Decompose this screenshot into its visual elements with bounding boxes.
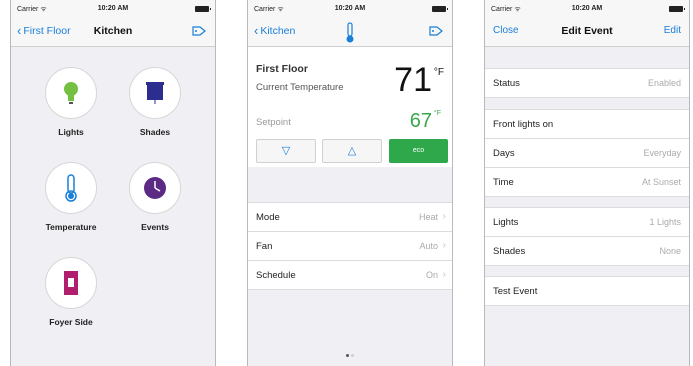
clock-icon — [144, 177, 166, 199]
row-value: None — [659, 246, 681, 256]
tag-icon[interactable] — [428, 24, 444, 38]
tile-circle — [129, 162, 181, 214]
setpoint-up-button[interactable]: △ — [322, 139, 382, 163]
status-bar: Carrier ᯤ 10:20 AM — [485, 0, 689, 18]
tile-foyer-side[interactable]: Foyer Side — [31, 257, 111, 327]
battery-icon — [195, 6, 211, 12]
tile-circle — [45, 257, 97, 309]
row-label: Time — [493, 177, 514, 188]
row-label: Fan — [256, 241, 273, 252]
clock-label: 10:20 AM — [571, 5, 603, 12]
row-label: Schedule — [256, 270, 296, 281]
thermostat-screen: Carrier ᯤ 10:20 AM ‹ Kitchen First Floor … — [247, 0, 453, 366]
row-value: At Sunset — [641, 177, 681, 187]
event-name: Front lights on — [493, 119, 554, 130]
shades-icon — [146, 82, 164, 104]
device-grid: Lights Shades Temperature Events Foyer S… — [11, 47, 215, 366]
nav-bar: ‹ Kitchen — [248, 18, 452, 47]
tile-label: Events — [141, 222, 169, 232]
thermometer-icon — [346, 22, 354, 43]
row-value: 1 Lights — [649, 217, 681, 227]
schedule-section: Front lights on Days Everyday Time At Su… — [485, 109, 689, 197]
row-label: Status — [493, 78, 520, 89]
current-temp-value: 71 — [394, 61, 432, 99]
nav-bar: ‹ First Floor Kitchen — [11, 18, 215, 47]
tile-label: Temperature — [45, 222, 97, 232]
list-item-time[interactable]: Time At Sunset — [485, 168, 689, 197]
list-item-schedule[interactable]: Schedule On › — [248, 261, 452, 290]
row-label: Mode — [256, 212, 280, 223]
row-value: Everyday — [643, 148, 681, 158]
tile-circle — [45, 67, 97, 119]
nav-bar: Close Edit Event Edit — [485, 18, 689, 47]
test-section: Test Event — [485, 276, 689, 306]
battery-icon — [669, 6, 685, 12]
tile-label: Lights — [58, 127, 84, 137]
clock-label: 10:20 AM — [97, 5, 129, 12]
chevron-right-icon: › — [442, 240, 446, 251]
list-item-shades[interactable]: Shades None — [485, 237, 689, 266]
tile-temperature[interactable]: Temperature — [31, 162, 111, 232]
row-value: Auto — [419, 241, 438, 251]
page-title: Kitchen — [93, 25, 133, 37]
row-value: Enabled — [647, 78, 681, 88]
list-item-event-name[interactable]: Front lights on — [485, 110, 689, 139]
list-item-days[interactable]: Days Everyday — [485, 139, 689, 168]
setpoint-down-button[interactable]: ▽ — [256, 139, 316, 163]
back-button[interactable]: ‹ Kitchen — [254, 23, 296, 38]
kitchen-screen: Carrier ᯤ 10:20 AM ‹ First Floor Kitchen … — [10, 0, 216, 366]
status-bar: Carrier ᯤ 10:20 AM — [248, 0, 452, 18]
tag-icon[interactable] — [191, 24, 207, 38]
thermometer-icon — [65, 174, 77, 202]
back-label: Kitchen — [260, 25, 296, 37]
status-bar: Carrier ᯤ 10:20 AM — [11, 0, 215, 18]
chevron-right-icon: › — [442, 211, 446, 222]
row-value: On — [425, 270, 438, 280]
row-label: Days — [493, 148, 515, 159]
switch-icon — [64, 271, 78, 295]
setpoint-label: Setpoint — [256, 117, 291, 128]
page-dot-active — [346, 354, 349, 357]
chevron-right-icon: › — [442, 269, 446, 280]
tile-events[interactable]: Events — [115, 162, 195, 232]
row-label: Test Event — [493, 286, 538, 297]
setpoint-controls: ▽ △ eco — [256, 139, 448, 163]
page-indicator[interactable] — [248, 344, 452, 362]
eco-button[interactable]: eco — [389, 139, 448, 163]
actions-section: Lights 1 Lights Shades None — [485, 207, 689, 266]
test-event-button[interactable]: Test Event — [485, 277, 689, 306]
current-temp-unit: °F — [433, 67, 444, 78]
list-item-mode[interactable]: Mode Heat › — [248, 203, 452, 232]
settings-list: Mode Heat › Fan Auto › Schedule On › — [248, 202, 452, 290]
setpoint-value: 67 — [409, 110, 432, 132]
floor-label: First Floor — [256, 63, 308, 75]
row-label: Shades — [493, 246, 526, 257]
page-title: Edit Event — [561, 25, 613, 37]
tile-label: Foyer Side — [49, 317, 93, 327]
tile-circle — [129, 67, 181, 119]
thermostat-panel: First Floor Current Temperature 71 °F Se… — [248, 47, 452, 167]
current-temp-label: Current Temperature — [256, 82, 344, 93]
tile-label: Shades — [139, 127, 171, 137]
setpoint-unit: °F — [433, 110, 441, 117]
list-item-fan[interactable]: Fan Auto › — [248, 232, 452, 261]
list-item-status[interactable]: Status Enabled — [485, 69, 689, 98]
clock-label: 10:20 AM — [334, 5, 366, 12]
list-item-lights[interactable]: Lights 1 Lights — [485, 208, 689, 237]
status-section: Status Enabled — [485, 68, 689, 98]
battery-icon — [432, 6, 448, 12]
lightbulb-icon — [64, 82, 78, 104]
chevron-left-icon: ‹ — [254, 23, 259, 38]
row-label: Lights — [493, 217, 519, 228]
tile-lights[interactable]: Lights — [31, 67, 111, 137]
tile-shades[interactable]: Shades — [115, 67, 195, 137]
edit-event-screen: Carrier ᯤ 10:20 AM Close Edit Event Edit… — [484, 0, 690, 366]
tile-circle — [45, 162, 97, 214]
page-dot — [351, 354, 354, 357]
row-value: Heat — [418, 212, 438, 222]
edit-button[interactable]: Edit — [664, 25, 681, 36]
